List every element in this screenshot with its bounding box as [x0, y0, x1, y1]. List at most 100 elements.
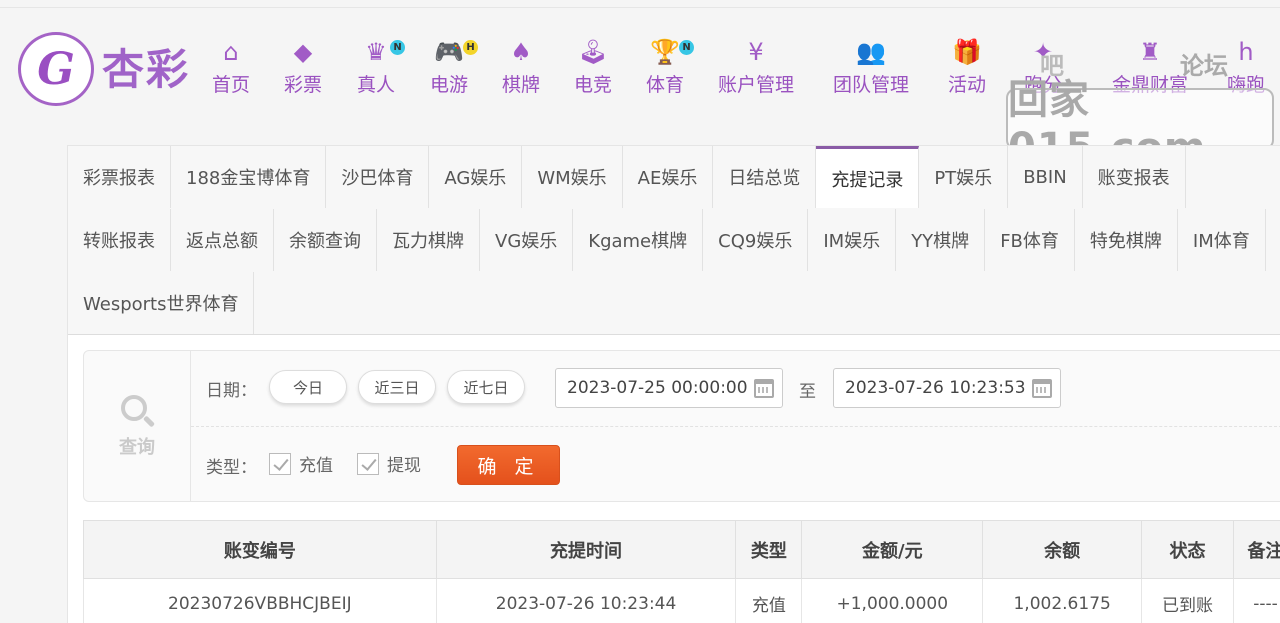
site-logo[interactable]: G 杏彩 — [18, 32, 208, 106]
gift-icon: 🎁 — [952, 38, 982, 66]
tab-row1-6[interactable]: 日结总览 — [713, 146, 817, 208]
tab-row1-0[interactable]: 彩票报表 — [68, 146, 171, 208]
nav-label: 活动 — [948, 74, 987, 96]
nav-item-6[interactable]: 🏆 体育 N — [646, 38, 695, 102]
nav-label: 团队管理 — [833, 74, 910, 96]
tab-row-2: 转账报表 返点总额 余额查询 瓦力棋牌 VG娱乐 Kgame棋牌 CQ9娱乐 IM娱乐 YY棋牌… — [68, 209, 1266, 271]
column-header: 充提时间 — [435, 520, 737, 579]
tab-row1-4[interactable]: WM娱乐 — [522, 146, 623, 208]
table-cell: 已到账 — [1141, 578, 1234, 623]
to-label: 至 — [799, 382, 816, 402]
tab-row2-3[interactable]: 瓦力棋牌 — [377, 209, 480, 271]
tab-row1-3[interactable]: AG娱乐 — [429, 146, 523, 208]
nav-item-0[interactable]: ⌂ 首页 — [212, 38, 250, 102]
logo-emblem: G — [18, 32, 94, 106]
tab-row2-4[interactable]: VG娱乐 — [480, 209, 574, 271]
type-deposit-label: 充值 — [299, 456, 333, 476]
column-header: 状态 — [1141, 520, 1234, 579]
quick-3days-button[interactable]: 近三日 — [358, 370, 436, 404]
search-icon — [119, 393, 156, 429]
nav-label: 真人 — [357, 74, 396, 96]
nav-item-4[interactable]: ♠ 棋牌 — [502, 38, 540, 102]
query-side-button[interactable]: 查询 — [84, 351, 191, 501]
tab-row1-8[interactable]: PT娱乐 — [919, 146, 1009, 208]
quick-7days-button[interactable]: 近七日 — [447, 370, 525, 404]
home-icon: ⌂ — [223, 38, 239, 66]
yen-coin-icon: ¥ — [748, 38, 764, 66]
type-withdraw-checkbox[interactable]: 提现 — [357, 451, 421, 476]
watermark-stamp: 回家015.com — [1006, 77, 1274, 171]
new-badge: N — [679, 40, 695, 55]
nav-item-2[interactable]: ♛ 真人 N — [357, 38, 406, 102]
end-date-input[interactable]: 2023-07-26 10:23:53 — [833, 368, 1061, 408]
tab-row2-0[interactable]: 转账报表 — [68, 209, 171, 271]
table-cell: +1,000.0000 — [801, 578, 984, 623]
nav-item-1[interactable]: ◆ 彩票 — [284, 38, 322, 102]
tab-row2-7[interactable]: IM娱乐 — [808, 209, 897, 271]
tab-row3-0[interactable]: Wesports世界体育 — [68, 272, 255, 334]
calendar-icon[interactable] — [1032, 379, 1052, 398]
tab-row-3: Wesports世界体育 — [68, 272, 255, 334]
records-table: 账变编号 充提时间 类型 金额/元 余额 状态 备注 20230726VBBHCJBEIJ 2… — [83, 520, 1280, 623]
tab-row2-10[interactable]: 特免棋牌 — [1074, 209, 1178, 271]
tab-row2-6[interactable]: CQ9娱乐 — [703, 209, 809, 271]
checkbox-icon — [269, 452, 291, 475]
tab-row2-1[interactable]: 返点总额 — [171, 209, 274, 271]
date-row: 日期： 今日 近三日 近七日 2023-07-25 00:00:00 至 202… — [191, 351, 1280, 427]
gamepad-icon: 🎮 — [434, 38, 464, 66]
team-icon: 👥 — [856, 38, 886, 66]
tab-row1-9[interactable]: BBIN — [1008, 146, 1083, 208]
nav-label: 电游 — [430, 74, 469, 96]
table-cell: 2023-07-26 10:23:44 — [435, 578, 737, 623]
type-withdraw-label: 提现 — [387, 456, 421, 476]
tab-row2-2[interactable]: 余额查询 — [274, 209, 377, 271]
query-side-label: 查询 — [119, 437, 155, 458]
new-badge: N — [390, 40, 406, 55]
table-cell: 20230726VBBHCJBEIJ — [83, 578, 437, 623]
tab-row-1: 彩票报表 188金宝博体育 沙巴体育 AG娱乐 WM娱乐 AE娱乐 日结总览 充提记录 PT娱乐… — [68, 146, 1186, 208]
quick-today-button[interactable]: 今日 — [269, 370, 347, 404]
table-cell: 1,002.6175 — [982, 578, 1143, 623]
tab-row2-9[interactable]: FB体育 — [985, 209, 1075, 271]
type-row: 类型： 充值 提现 确 定 — [191, 427, 1280, 501]
table-header-row: 账变编号 充提时间 类型 金额/元 余额 状态 备注 — [83, 520, 1280, 579]
report-panel: 彩票报表 188金宝博体育 沙巴体育 AG娱乐 WM娱乐 AE娱乐 日结总览 充提记录 PT娱乐… — [67, 145, 1280, 623]
tab-row1-7[interactable]: 充提记录 — [816, 146, 920, 208]
tab-row2-11[interactable]: IM体育 — [1177, 209, 1266, 271]
start-date-input[interactable]: 2023-07-25 00:00:00 — [555, 368, 783, 408]
column-header: 金额/元 — [801, 520, 984, 579]
esports-controller-icon: 🕹 — [577, 38, 609, 66]
nav-item-7[interactable]: ¥ 账户管理 — [718, 38, 794, 102]
end-date-value: 2023-07-26 10:23:53 — [845, 378, 1026, 398]
tab-row1-10[interactable]: 账变报表 — [1082, 146, 1186, 208]
table-cell: ---- — [1233, 578, 1280, 623]
nav-item-8[interactable]: 👥 团队管理 — [833, 38, 909, 102]
trophy-icon: 🏆 — [650, 38, 680, 66]
nav-item-3[interactable]: 🎮 电游 H — [430, 38, 479, 102]
table-row[interactable]: 20230726VBBHCJBEIJ 2023-07-26 10:23:44 充值 +… — [83, 578, 1280, 623]
top-divider — [0, 7, 1280, 8]
tab-row1-2[interactable]: 沙巴体育 — [326, 146, 430, 208]
wealth-icon: ♜ — [1139, 38, 1161, 66]
column-header: 账变编号 — [83, 520, 437, 579]
nav-label: 账户管理 — [718, 74, 795, 96]
live-dealer-icon: ♛ — [365, 38, 387, 66]
nav-label: 彩票 — [284, 74, 323, 96]
calendar-icon[interactable] — [754, 379, 774, 398]
tab-row1-5[interactable]: AE娱乐 — [622, 146, 714, 208]
hot-badge: H — [463, 40, 479, 55]
tab-row2-8[interactable]: YY棋牌 — [896, 209, 986, 271]
confirm-button[interactable]: 确 定 — [457, 445, 560, 485]
nav-item-5[interactable]: 🕹 电竞 — [574, 38, 612, 102]
table-body: 20230726VBBHCJBEIJ 2023-07-26 10:23:44 充值 +… — [83, 578, 1280, 623]
tab-row1-1[interactable]: 188金宝博体育 — [171, 146, 327, 208]
type-deposit-checkbox[interactable]: 充值 — [269, 451, 333, 476]
nav-label: 电竞 — [574, 74, 613, 96]
query-form: 查询 日期： 今日 近三日 近七日 2023-07-25 00:00:00 至 … — [83, 350, 1280, 502]
start-date-value: 2023-07-25 00:00:00 — [567, 378, 748, 398]
date-label: 日期： — [206, 381, 257, 401]
type-label: 类型： — [206, 458, 257, 478]
nav-item-9[interactable]: 🎁 活动 — [948, 38, 986, 102]
tab-row2-5[interactable]: Kgame棋牌 — [573, 209, 704, 271]
hi-run-icon: h — [1238, 38, 1254, 66]
